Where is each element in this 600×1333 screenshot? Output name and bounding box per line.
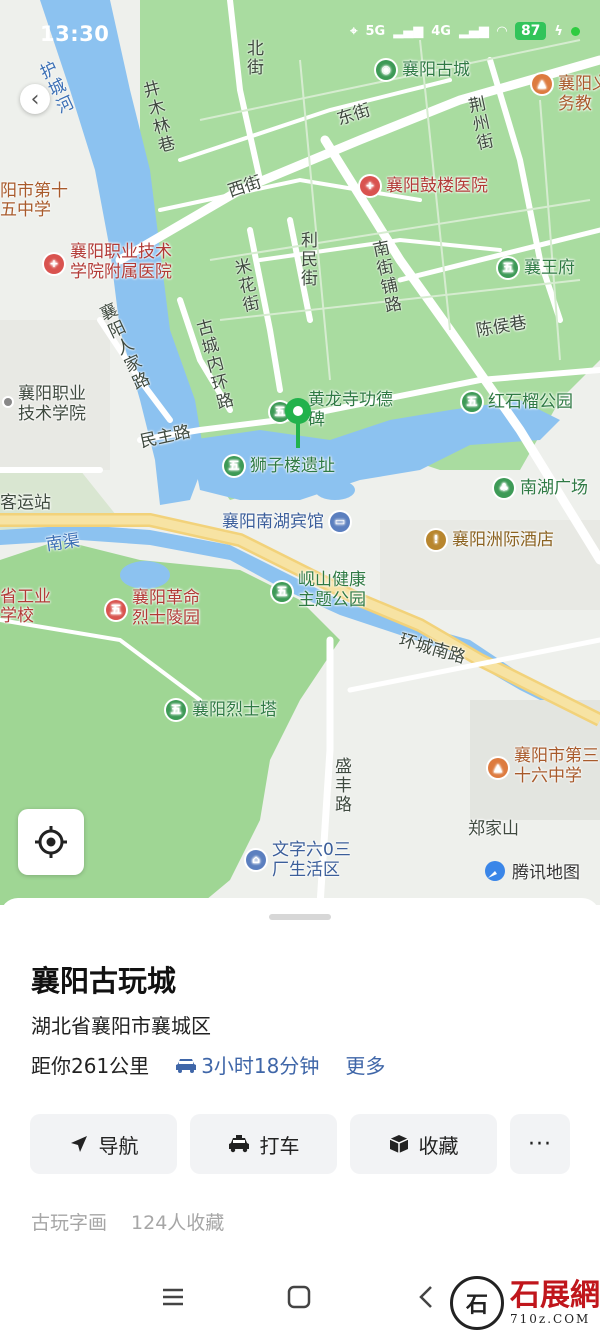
taxi-icon — [228, 1135, 249, 1153]
poi-zhiye-xueyuan[interactable]: 襄阳职业技术学院 — [4, 384, 104, 424]
poi-lieshi-lingyuan[interactable]: 五 襄阳革命烈士陵园 — [106, 588, 216, 628]
location-icon: ⌖ — [350, 23, 358, 39]
poi-603-residence[interactable]: ⌂ 文字六0三厂生活区 — [246, 840, 366, 880]
charging-icon: ϟ — [554, 23, 563, 39]
status-bar: 13:30 ⌖ 5G ▂▄▆ 4G ▂▄▆ ◠ 87 ϟ — [0, 0, 600, 70]
poi-lieshi-ta[interactable]: 五 襄阳烈士塔 — [166, 700, 277, 720]
hotel-icon: ! — [426, 530, 446, 550]
street-label-limin: 利民街 — [301, 231, 318, 289]
location-pin-icon[interactable] — [283, 396, 313, 450]
poi-shizilou[interactable]: 五 狮子楼遗址 — [224, 456, 335, 476]
privacy-indicator-icon — [571, 26, 580, 36]
area-label-zhengjiashan: 郑家山 — [468, 819, 519, 839]
hospital-icon: + — [44, 254, 64, 274]
category-tag: 古玩字画 — [31, 1212, 108, 1234]
place-tags: 古玩字画 124人收藏 — [31, 1208, 224, 1235]
hospital-icon: + — [360, 176, 380, 196]
school-icon: ▲ — [488, 758, 508, 778]
ellipsis-icon: ··· — [528, 1131, 552, 1157]
menu-icon[interactable] — [160, 1284, 186, 1310]
place-meta-row: 距你261公里 3小时18分钟 更多 — [31, 1050, 385, 1079]
back-button[interactable]: ‹ — [20, 84, 50, 114]
watermark-seal: 石 — [450, 1276, 504, 1330]
poi-no36-school[interactable]: ▲ 襄阳市第三十六中学 — [488, 746, 600, 786]
chevron-left-icon: ‹ — [30, 86, 40, 112]
drive-time-link[interactable]: 3小时18分钟 — [201, 1050, 319, 1079]
street-label-keyunzhan: 客运站 — [0, 493, 51, 513]
poi-xianshan-park[interactable]: 五 岘山健康主题公园 — [272, 570, 382, 610]
signal-4g-icon: 4G — [431, 23, 451, 39]
home-icon[interactable] — [286, 1284, 312, 1310]
status-icons: ⌖ 5G ▂▄▆ 4G ▂▄▆ ◠ 87 ϟ — [350, 22, 580, 40]
poi-xiangwangfu[interactable]: 五 襄王府 — [498, 258, 575, 278]
poi-nanhu-guangchang[interactable]: ♣ 南湖广场 — [494, 478, 588, 498]
scenic-icon: 五 — [166, 700, 186, 720]
watermark-brand: 石 石展網 710z.COM — [450, 1276, 600, 1330]
clock: 13:30 — [40, 22, 110, 46]
scenic-icon: 五 — [462, 392, 482, 412]
tencent-map-logo-icon — [485, 860, 505, 881]
residence-icon: ⌂ — [246, 850, 266, 870]
back-nav-icon[interactable] — [414, 1284, 440, 1310]
navigation-arrow-icon — [70, 1136, 87, 1152]
battery-icon: 87 — [514, 22, 547, 40]
box-icon — [389, 1135, 408, 1153]
poi-nanhu-binguan[interactable]: ▭ 襄阳南湖宾馆 — [222, 512, 350, 532]
dot-icon — [4, 398, 12, 406]
poi-gulou-hospital[interactable]: + 襄阳鼓楼医院 — [360, 176, 488, 196]
more-link[interactable]: 更多 — [345, 1050, 385, 1079]
scenic-icon: 五 — [272, 582, 292, 602]
favorites-count: 124人收藏 — [131, 1212, 225, 1234]
car-icon — [176, 1058, 197, 1073]
park-icon: ♣ — [494, 478, 514, 498]
hotel-icon: ▭ — [330, 512, 350, 532]
distance-text: 距你261公里 — [31, 1054, 150, 1078]
signal-bars-icon: ▂▄▆ — [393, 23, 424, 39]
more-options-button[interactable]: ··· — [510, 1114, 570, 1174]
locate-me-button[interactable] — [18, 809, 84, 875]
poi-zhiye-hospital[interactable]: + 襄阳职业技术学院附属医院 — [44, 242, 194, 282]
scenic-icon: 五 — [106, 600, 126, 620]
wifi-icon: ◠ — [496, 23, 507, 39]
signal-5g-icon: 5G — [365, 23, 386, 39]
map-attribution: 腾讯地图 — [484, 858, 580, 883]
crosshair-icon — [35, 826, 67, 858]
scenic-icon: 五 — [224, 456, 244, 476]
favorite-button[interactable]: 收藏 — [350, 1114, 497, 1174]
place-address: 湖北省襄阳市襄城区 — [31, 1014, 211, 1038]
map-view[interactable]: 护城河 北街 井木林巷 东街 荆州街 西街 利民街 南街铺路 米花街 古城内环路… — [0, 0, 600, 905]
poi-gongye-xuexiao[interactable]: 省工业学校 — [0, 588, 62, 626]
watermark-text: 石展網 710z.COM — [510, 1278, 600, 1327]
poi-yiwu-jiaoyu[interactable]: ▲ 襄阳义务教 — [532, 74, 600, 114]
poi-no15-school[interactable]: 阳市第十五中学 — [0, 182, 82, 220]
street-label-sheng: 盛丰路 — [335, 757, 352, 815]
signal-bars-icon: ▂▄▆ — [458, 23, 489, 39]
place-title: 襄阳古玩城 — [31, 964, 177, 998]
school-icon: ▲ — [532, 74, 552, 94]
poi-hongshiliu[interactable]: 五 红石榴公园 — [462, 392, 573, 412]
taxi-button[interactable]: 打车 — [190, 1114, 337, 1174]
poi-zhouji-hotel[interactable]: ! 襄阳洲际酒店 — [426, 530, 554, 550]
sheet-drag-handle[interactable] — [269, 914, 331, 920]
scenic-icon: 五 — [498, 258, 518, 278]
navigate-button[interactable]: 导航 — [30, 1114, 177, 1174]
